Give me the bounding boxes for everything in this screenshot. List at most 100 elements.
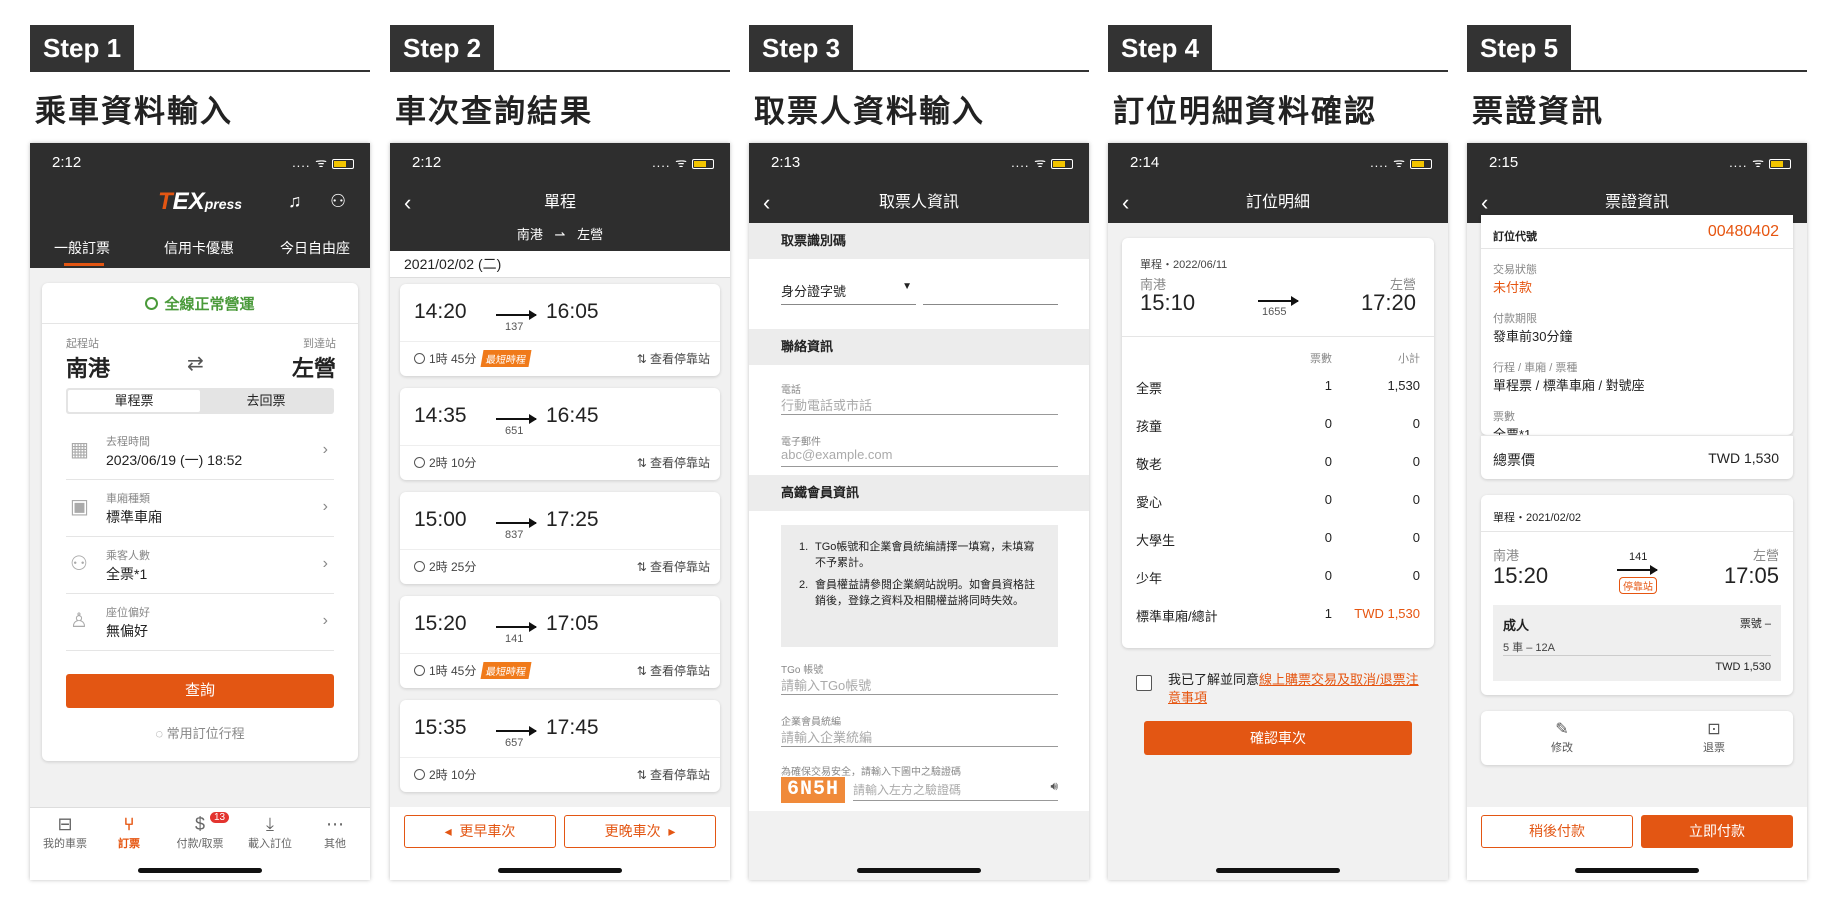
fare-total-row: 標準車廂/總計 1 TWD 1,530 — [1136, 606, 1420, 624]
refund-ticket-icon: ⊡ — [1707, 721, 1721, 738]
duration: 1時 45分 最短時程 — [414, 662, 532, 679]
id-type-select[interactable]: 身分證字號 ▼ — [781, 281, 916, 305]
section-contact: 聯絡資訊 — [749, 329, 1089, 365]
row-value: 全票*1 — [106, 566, 148, 582]
later-trains-button[interactable]: 更晚車次 ▸ — [564, 815, 716, 848]
corp-label: 企業會員統編 — [781, 717, 841, 728]
email-input[interactable]: abc@example.com — [781, 447, 1058, 467]
ticket-icon: ⊟ — [57, 814, 73, 834]
search-button[interactable]: 查詢 — [66, 674, 334, 708]
departure-time: 15:00 — [414, 508, 467, 531]
seat-icon: ⑂ — [123, 814, 135, 834]
status-icons: .... ᯤ — [1011, 143, 1073, 183]
to-label: 到達站 — [303, 338, 336, 350]
train-card[interactable]: 15:20 141 17:05 1時 45分 最短時程 ⇅ 查看停靠站 — [400, 596, 720, 688]
nav-my-tickets[interactable]: ⊟ 我的車票 — [40, 814, 90, 851]
route-from: 南港 — [516, 227, 543, 242]
route-icon: ⇅ — [636, 664, 647, 678]
action-card: ✎ 修改 ⊡ 退票 — [1481, 711, 1793, 765]
clock-time: 2:15 — [1489, 154, 1519, 171]
pencil-icon: ✎ — [1555, 721, 1569, 738]
code-label: 訂位代號 — [1493, 231, 1537, 243]
view-stops-link[interactable]: ⇅ 查看停靠站 — [637, 766, 710, 783]
train-card[interactable]: 14:20 137 16:05 1時 45分 最短時程 ⇅ 查看停靠站 — [400, 284, 720, 376]
departure-time: 14:35 — [414, 404, 467, 427]
count-label: 票數 — [1493, 411, 1515, 423]
departure-time-row[interactable]: ▦ 去程時間 2023/06/19 (一) 18:52 › — [66, 423, 334, 480]
speaker-icon[interactable]: 🔊︎ — [1050, 779, 1058, 794]
swap-icon[interactable]: ⇄ — [187, 351, 204, 376]
trip-date: 單程・2022/06/11 — [1140, 259, 1228, 271]
agree-checkbox[interactable] — [1136, 675, 1152, 691]
headset-icon[interactable]: ♫ — [288, 191, 302, 212]
duration: 2時 10分 — [414, 766, 476, 783]
corp-input[interactable]: 請輸入企業統編 — [781, 727, 1058, 747]
tab-credit-card[interactable]: 信用卡優惠 — [164, 238, 234, 258]
captcha-input[interactable]: 請輸入左方之驗證碼 🔊︎ — [853, 779, 1058, 801]
seat-pref-row[interactable]: ♙ 座位偏好 無偏好 › — [66, 594, 334, 651]
tab-general[interactable]: 一般訂票 — [54, 238, 110, 258]
duration: 2時 25分 — [414, 558, 476, 575]
confirm-button[interactable]: 確認車次 — [1144, 721, 1412, 755]
view-stops-link[interactable]: ⇅ 查看停靠站 — [637, 662, 710, 679]
row-value: 2023/06/19 (一) 18:52 — [106, 452, 243, 468]
earlier-trains-button[interactable]: ◂ 更早車次 — [404, 815, 556, 848]
train-card[interactable]: 15:35 657 17:45 2時 10分 ⇅ 查看停靠站 — [400, 700, 720, 792]
nav-bar: ‹ 訂位明細 — [1108, 183, 1448, 223]
fare-row: 孩童 0 0 — [1136, 416, 1420, 434]
train-number: 1655 — [1262, 306, 1287, 318]
departure-time: 15:35 — [414, 716, 467, 739]
tgo-input[interactable]: 請輸入TGo帳號 — [781, 675, 1058, 695]
tab-non-reserved[interactable]: 今日自由座 — [280, 238, 350, 258]
pay-later-button[interactable]: 稍後付款 — [1481, 815, 1633, 848]
id-number-input[interactable] — [923, 281, 1058, 305]
car-type-row[interactable]: ▣ 車廂種類 標準車廂 › — [66, 480, 334, 537]
step-5-header: Step 5 票證資訊 — [1467, 25, 1807, 135]
back-icon[interactable]: ‹ — [404, 183, 411, 223]
arrow-icon — [1617, 565, 1658, 575]
route-icon: ⇅ — [636, 456, 647, 470]
view-stops-link[interactable]: ⇅ 查看停靠站 — [637, 350, 710, 367]
from-station[interactable]: 南港 — [66, 351, 110, 383]
train-number: 837 — [505, 529, 524, 541]
arrow-icon — [496, 518, 537, 528]
nav-load-booking[interactable]: ⤓ 載入訂位 — [240, 814, 300, 851]
member-section: 1. TGo帳號和企業會員統編請擇一填寫，未填寫不予累計。 2. 會員權益請參閱企業… — [749, 511, 1089, 811]
shield-check-icon: ◌ — [155, 726, 164, 741]
booking-code: 00480402 — [1707, 223, 1779, 240]
favorite-trips-link[interactable]: ◌ 常用訂位行程 — [42, 723, 358, 742]
fare-row: 愛心 0 0 — [1136, 492, 1420, 510]
view-stops-link[interactable]: ⇅ 查看停靠站 — [637, 558, 710, 575]
to-station[interactable]: 左營 — [292, 351, 336, 383]
col-subtotal-header: 小計 — [1398, 353, 1420, 365]
people-icon: ⚇ — [70, 553, 88, 575]
row-label: 座位偏好 — [106, 607, 150, 619]
stops-tag[interactable]: 停靠站 — [1619, 577, 1657, 594]
refund-action[interactable]: ⊡ 退票 — [1689, 719, 1739, 755]
step-2-header: Step 2 車次查詢結果 — [390, 25, 730, 135]
phone-label: 電話 — [781, 385, 801, 396]
tab-bar: 一般訂票 信用卡優惠 今日自由座 — [30, 230, 370, 268]
nav-more[interactable]: ⋯ 其他 — [310, 814, 360, 851]
back-icon[interactable]: ‹ — [763, 183, 770, 223]
nav-payment[interactable]: $ 付款/取票 13 — [170, 812, 230, 851]
phone-input[interactable]: 行動電話或市話 — [781, 395, 1058, 415]
train-card[interactable]: 14:35 651 16:45 2時 10分 ⇅ 查看停靠站 — [400, 388, 720, 480]
status-icons: .... ᯤ — [1370, 143, 1432, 183]
seat-info: 5 車 – 12A — [1503, 642, 1555, 654]
round-trip-option[interactable]: 去回票 — [200, 390, 332, 412]
app-header: TEXpress ♫ ⚇ — [30, 183, 370, 230]
phone-step-4: 2:14 .... ᯤ ‹ 訂位明細 單程・2022/06/11 南港 左營 15:… — [1108, 143, 1448, 880]
edit-action[interactable]: ✎ 修改 — [1537, 719, 1587, 755]
view-stops-link[interactable]: ⇅ 查看停靠站 — [637, 454, 710, 471]
clock-icon — [414, 769, 425, 780]
payment-status: 未付款 — [1493, 280, 1533, 295]
back-icon[interactable]: ‹ — [1122, 183, 1129, 223]
train-number: 141 — [1629, 551, 1648, 563]
passenger-row[interactable]: ⚇ 乘客人數 全票*1 › — [66, 537, 334, 594]
train-card[interactable]: 15:00 837 17:25 2時 25分 ⇅ 查看停靠站 — [400, 492, 720, 584]
user-icon[interactable]: ⚇ — [330, 191, 346, 212]
one-way-option[interactable]: 單程票 — [68, 390, 200, 412]
nav-booking[interactable]: ⑂ 訂票 — [104, 814, 154, 851]
pay-now-button[interactable]: 立即付款 — [1641, 815, 1793, 848]
